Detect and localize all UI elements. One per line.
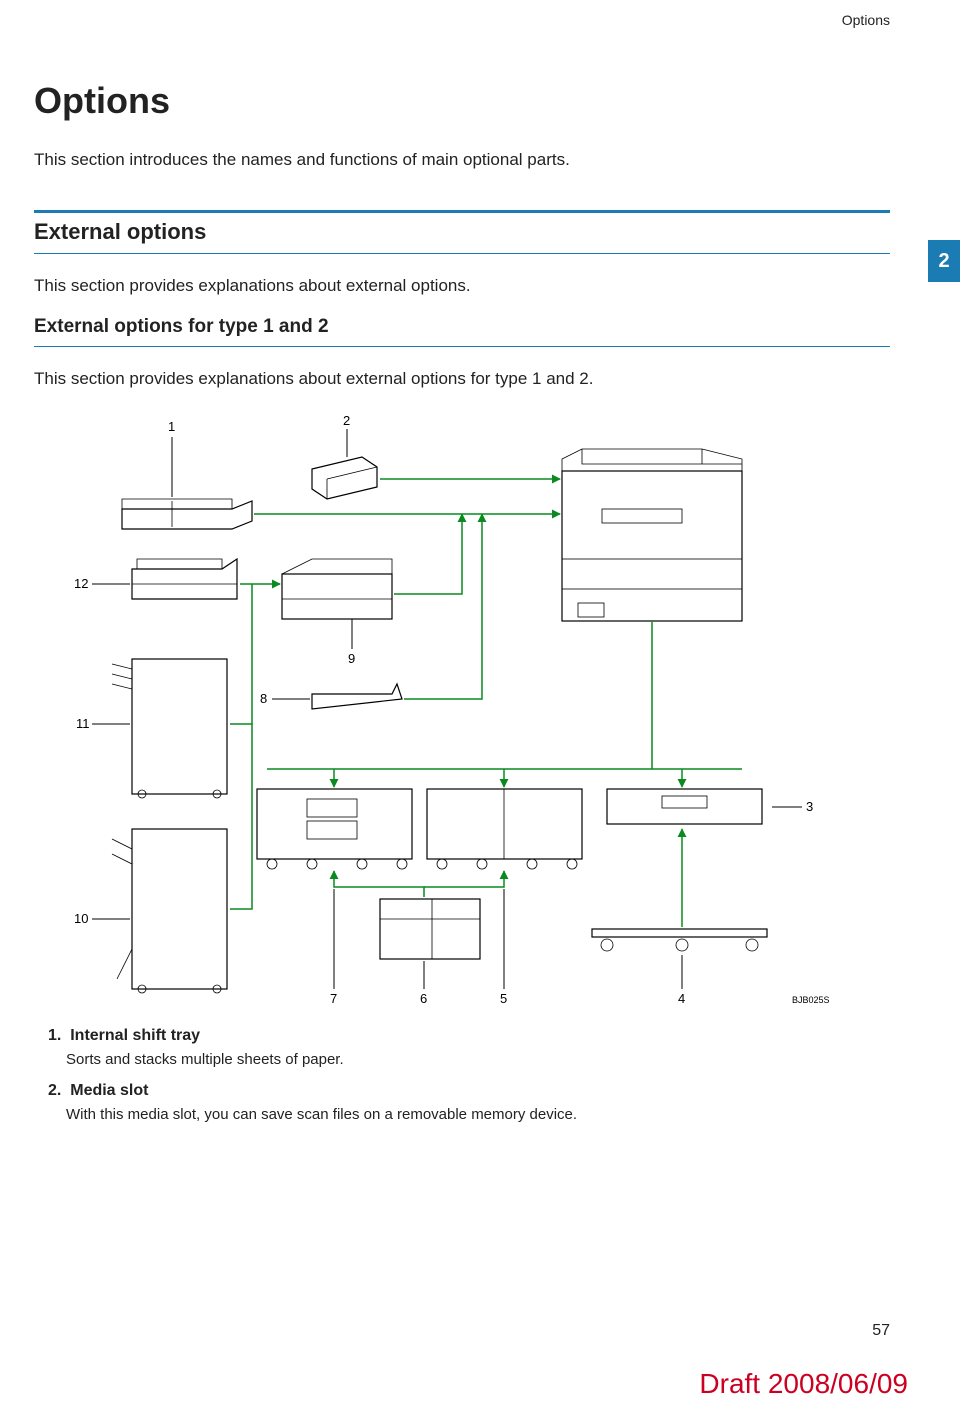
callout-9: 9 (348, 651, 355, 666)
subsection-heading: External options for type 1 and 2 (34, 316, 890, 338)
page-number: 57 (872, 1322, 890, 1340)
cabinet-icon (607, 789, 762, 824)
paper-tray-a-icon (257, 789, 412, 869)
draft-stamp: Draft 2008/06/09 (699, 1368, 908, 1400)
callout-1: 1 (168, 419, 175, 434)
figure-tag: BJB025S (792, 995, 830, 1005)
shift-tray-icon (122, 499, 252, 529)
finisher-a-icon (112, 659, 227, 798)
callout-12: 12 (74, 576, 88, 591)
callout-3: 3 (806, 799, 813, 814)
item-1-term: 1. Internal shift tray (48, 1027, 890, 1045)
output-tray-icon (132, 559, 237, 599)
item-2-term: 2. Media slot (48, 1082, 890, 1100)
lct-icon (380, 899, 480, 959)
callout-11: 11 (76, 716, 90, 731)
item-2-desc: With this media slot, you can save scan … (66, 1106, 890, 1123)
caster-table-icon (592, 929, 767, 951)
running-title: Options (842, 12, 890, 28)
chapter-tab: 2 (928, 240, 960, 282)
callout-4: 4 (678, 991, 685, 1006)
item-1-desc: Sorts and stacks multiple sheets of pape… (66, 1051, 890, 1068)
copy-tray-icon (312, 684, 402, 709)
media-slot-icon (312, 457, 377, 499)
subsection-rule (34, 346, 890, 347)
finisher-b-icon (112, 829, 227, 993)
callout-10: 10 (74, 911, 88, 926)
paper-tray-b-icon (427, 789, 582, 869)
diagram-svg: 1 2 9 (62, 409, 862, 1009)
subsection-body: This section provides explanations about… (34, 369, 890, 389)
description-list: 1. Internal shift tray Sorts and stacks … (34, 1027, 890, 1123)
mfp-body-icon (562, 449, 742, 621)
bridge-unit-icon (282, 559, 392, 619)
page-title: Options (34, 80, 890, 122)
callout-8: 8 (260, 691, 267, 706)
section-heading: External options (34, 219, 890, 245)
section-body: This section provides explanations about… (34, 276, 890, 296)
section-rule-top (34, 210, 890, 213)
page: Options 2 Options This section introduce… (0, 0, 960, 1420)
callout-6: 6 (420, 991, 427, 1006)
callout-5: 5 (500, 991, 507, 1006)
intro-text: This section introduces the names and fu… (34, 150, 890, 170)
section-rule-bottom (34, 253, 890, 254)
callout-7: 7 (330, 991, 337, 1006)
callout-2: 2 (343, 413, 350, 428)
figure: 1 2 9 (34, 409, 890, 1009)
content-area: Options This section introduces the name… (30, 80, 900, 1123)
